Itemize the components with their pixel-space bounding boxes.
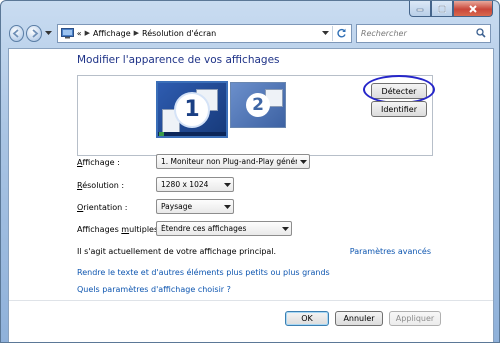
resolution-select-value: 1280 x 1024 — [161, 180, 209, 189]
caption-buttons — [409, 1, 493, 17]
forward-button[interactable] — [26, 24, 42, 42]
forward-arrow-icon — [32, 28, 38, 38]
page-title: Modifier l'apparence de vos affichages — [77, 54, 280, 66]
minimize-icon — [416, 8, 424, 11]
monitor-2[interactable]: 2 — [230, 82, 286, 128]
back-button[interactable] — [9, 24, 25, 42]
chevron-down-icon — [221, 204, 233, 209]
refresh-button[interactable] — [331, 25, 350, 41]
chevron-down-icon — [322, 30, 330, 35]
display-select-value: 1. Moniteur non Plug-and-Play générique — [161, 157, 297, 166]
content-pane: Modifier l'apparence de vos affichages 1… — [8, 48, 494, 342]
monitor-1[interactable]: 1 — [156, 81, 228, 138]
orientation-select[interactable]: Paysage — [156, 199, 234, 214]
maximize-icon — [438, 4, 446, 13]
monitor-arrangement: 1 2 Détecter Identifier — [77, 75, 435, 156]
chevron-down-icon — [279, 226, 291, 231]
chevron-down-icon — [221, 182, 233, 187]
cancel-button[interactable]: Annuler — [335, 311, 383, 326]
breadcrumb-resolution[interactable]: Résolution d'écran — [142, 29, 216, 38]
search-box[interactable]: Rechercher — [355, 23, 492, 43]
orientation-select-value: Paysage — [161, 202, 193, 211]
close-icon — [469, 4, 477, 13]
resolution-select[interactable]: 1280 x 1024 — [156, 177, 234, 192]
search-input[interactable]: Rechercher — [361, 29, 407, 38]
multiple-displays-select[interactable]: Étendre ces affichages — [156, 221, 292, 236]
address-bar[interactable]: « ▶ Affichage ▶ Résolution d'écran — [56, 23, 352, 43]
identify-button[interactable]: Identifier — [371, 101, 427, 117]
display-label: Affichage : — [77, 157, 120, 167]
detect-button[interactable]: Détecter — [371, 83, 427, 99]
navigation-bar: « ▶ Affichage ▶ Résolution d'écran Reche… — [9, 22, 492, 44]
multiple-displays-label: Affichages multiples : — [77, 224, 164, 234]
apply-button[interactable]: Appliquer — [389, 311, 441, 326]
status-text: Il s'agit actuellement de votre affichag… — [77, 247, 277, 256]
taskbar-thumbnail — [158, 132, 226, 136]
search-icon[interactable] — [476, 28, 486, 38]
breadcrumb-separator-icon[interactable]: ▶ — [85, 29, 90, 37]
address-history-dropdown[interactable] — [321, 27, 331, 40]
display-folder-icon — [60, 27, 74, 38]
resolution-label: Résolution : — [77, 180, 125, 190]
display-select[interactable]: 1. Moniteur non Plug-and-Play générique — [156, 154, 310, 169]
ok-button[interactable]: OK — [285, 311, 329, 326]
footer-divider — [9, 300, 493, 301]
text-size-link[interactable]: Rendre le texte et d'autres éléments plu… — [77, 268, 330, 277]
chevron-down-icon — [44, 30, 52, 35]
recent-pages-dropdown[interactable] — [44, 25, 53, 41]
monitor-number-badge: 1 — [174, 91, 210, 128]
orientation-label: Orientation : — [77, 202, 128, 212]
refresh-icon — [337, 28, 346, 37]
back-arrow-icon — [12, 28, 19, 38]
close-button[interactable] — [453, 1, 493, 17]
multiple-displays-select-value: Étendre ces affichages — [161, 224, 247, 233]
breadcrumb-separator-icon[interactable]: ▶ — [134, 29, 139, 37]
monitor-number-badge: 2 — [246, 93, 270, 117]
breadcrumb-affichage[interactable]: Affichage — [93, 29, 131, 38]
chevron-down-icon — [297, 159, 309, 164]
maximize-button[interactable] — [431, 1, 453, 17]
advanced-settings-link[interactable]: Paramètres avancés — [350, 247, 431, 256]
display-settings-window: « ▶ Affichage ▶ Résolution d'écran Reche… — [0, 0, 500, 343]
minimize-button[interactable] — [409, 1, 431, 17]
which-settings-link[interactable]: Quels paramètres d'affichage choisir ? — [77, 285, 231, 294]
breadcrumb-overflow[interactable]: « — [77, 29, 82, 38]
